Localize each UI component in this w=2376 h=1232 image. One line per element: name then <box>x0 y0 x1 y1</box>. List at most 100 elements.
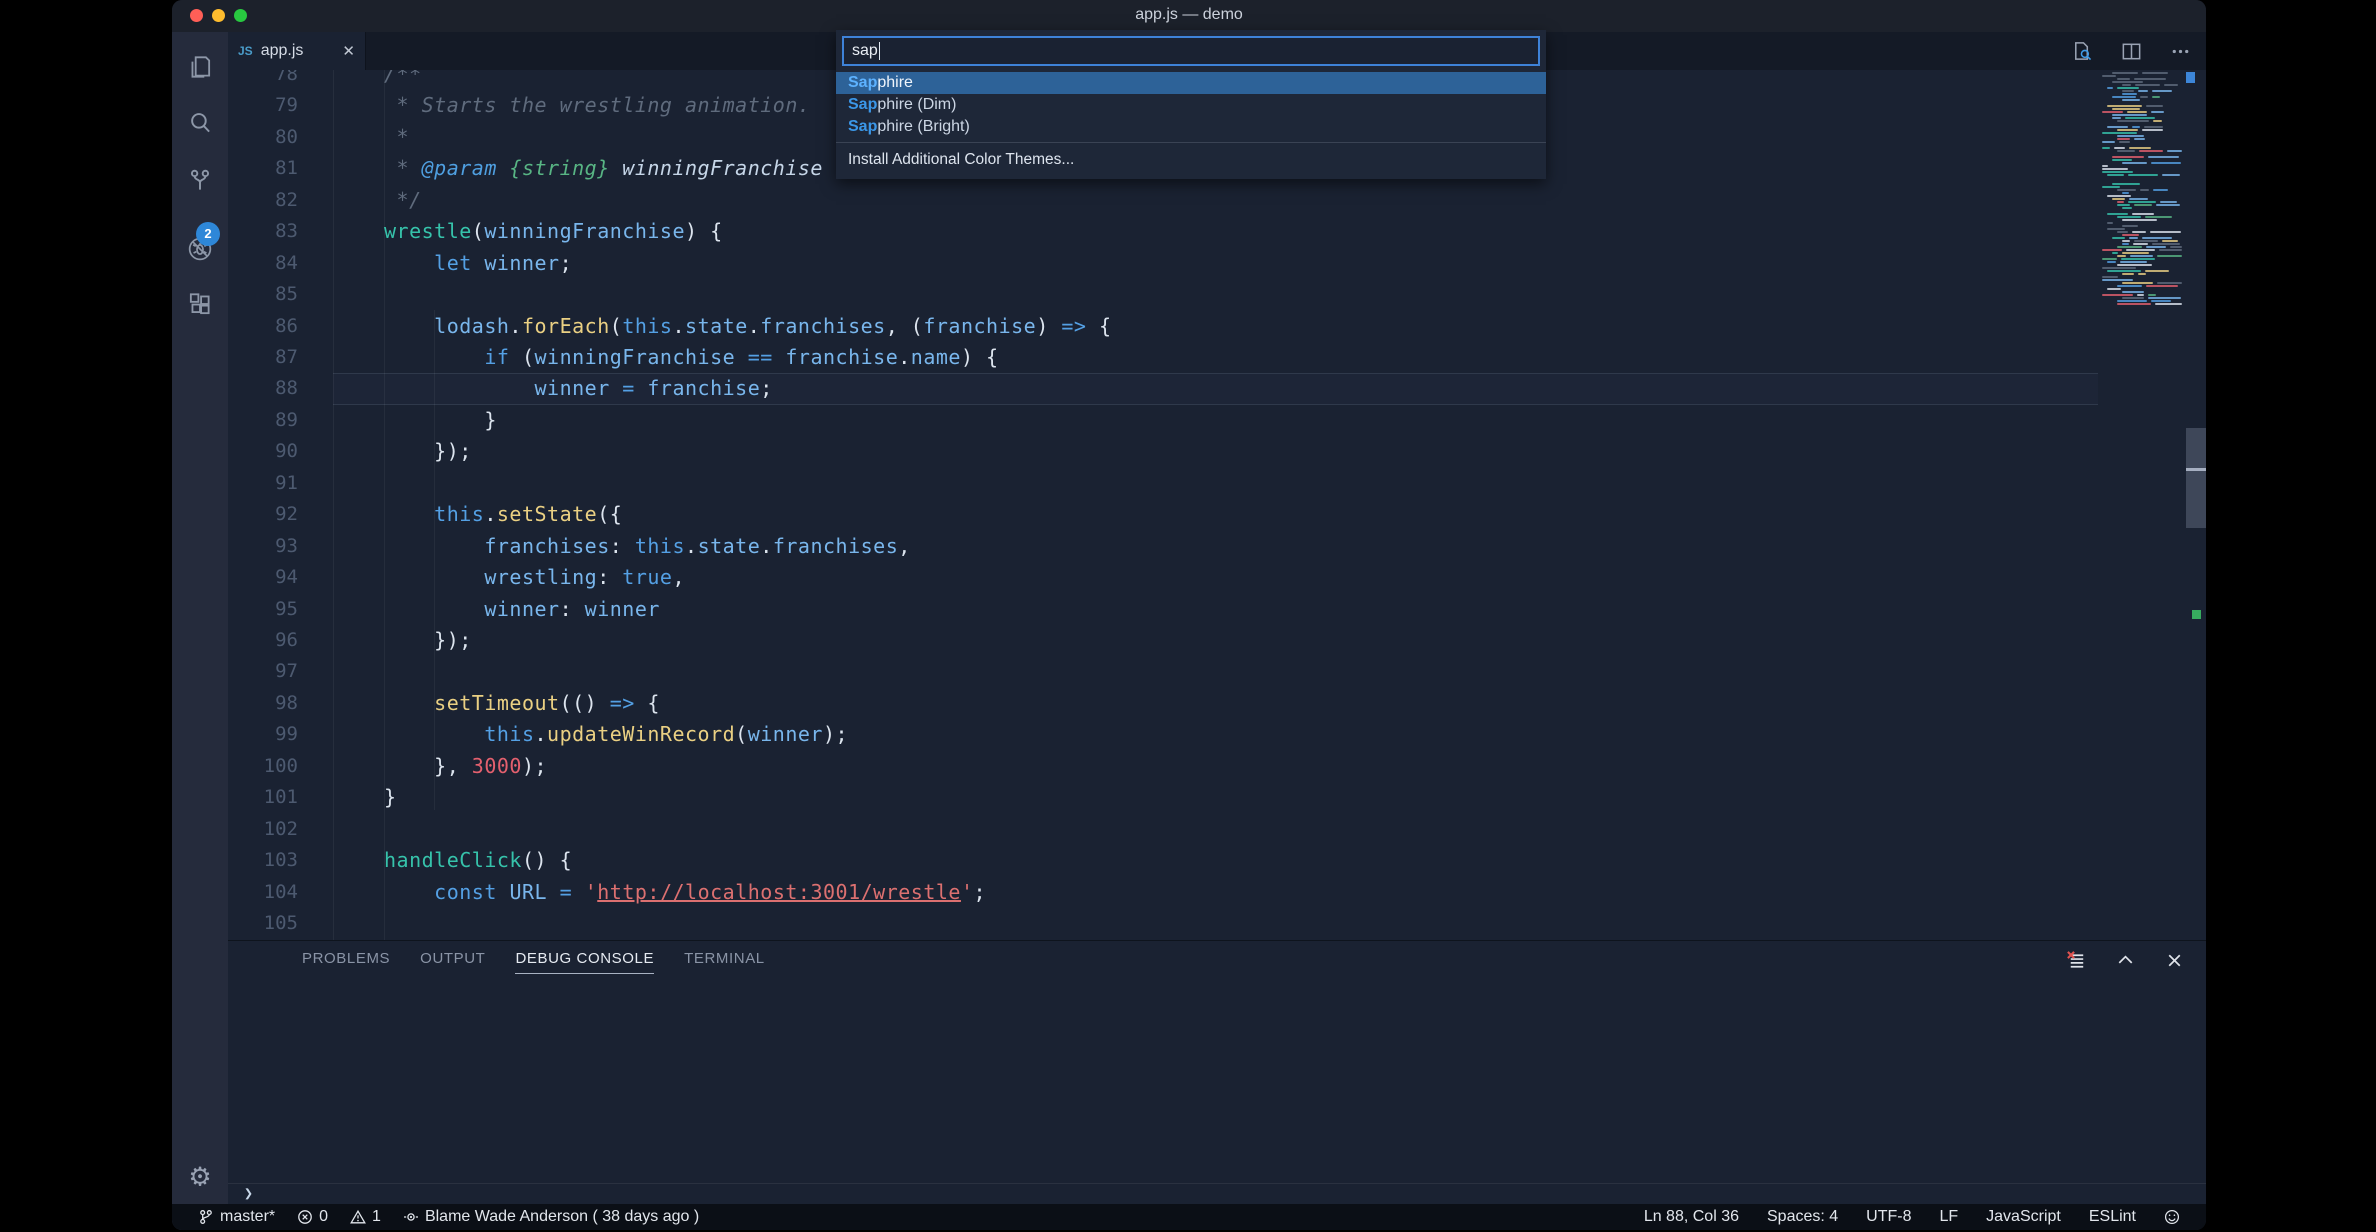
minimap-line <box>2132 213 2154 215</box>
code-line[interactable] <box>333 279 384 310</box>
code-line[interactable]: /** <box>333 70 422 90</box>
status-item-error-circle[interactable]: 0 <box>297 1208 328 1226</box>
install-additional-themes-item[interactable]: Install Additional Color Themes... <box>836 142 1546 179</box>
code-token: if <box>484 345 509 369</box>
code-token: wrestling <box>484 565 597 589</box>
code-token <box>497 156 510 180</box>
editor-actions <box>2071 32 2192 70</box>
open-changes-icon[interactable] <box>2071 40 2094 63</box>
explorer-icon[interactable] <box>186 53 214 81</box>
status-item-eslint[interactable]: ESLint <box>2089 1208 2136 1226</box>
source-control-icon[interactable] <box>186 167 214 195</box>
minimap-line <box>2140 96 2148 98</box>
panel-tabs: PROBLEMS OUTPUT DEBUG CONSOLE TERMINAL <box>302 941 765 979</box>
minimap-line <box>2142 237 2172 239</box>
code-token: , <box>672 565 685 589</box>
code-line[interactable]: } <box>333 782 397 813</box>
more-actions-icon[interactable] <box>2169 40 2192 63</box>
theme-list-item[interactable]: Sapphire <box>836 72 1546 94</box>
code-line[interactable]: wrestling: true, <box>333 562 685 593</box>
minimap-line <box>2151 162 2181 164</box>
minimap-line <box>2117 120 2149 122</box>
smiley-feedback-icon[interactable] <box>2164 1209 2180 1225</box>
code-token: . <box>685 534 698 558</box>
split-editor-icon[interactable] <box>2120 40 2143 63</box>
tab-appjs[interactable]: JS app.js ✕ <box>228 32 366 70</box>
code-line[interactable]: this.updateWinRecord(winner); <box>333 719 848 750</box>
settings-gear-icon[interactable]: ⚙ <box>188 1162 211 1193</box>
status-item-javascript[interactable]: JavaScript <box>1986 1208 2061 1226</box>
code-line[interactable]: } <box>333 405 497 436</box>
code-line[interactable] <box>333 656 384 687</box>
panel-tab-problems[interactable]: PROBLEMS <box>302 946 390 974</box>
javascript-file-icon: JS <box>238 44 253 58</box>
code-token <box>384 691 434 715</box>
line-number: 99 <box>228 719 333 750</box>
quick-input-field[interactable]: sap <box>842 36 1540 66</box>
code-line[interactable]: winner = franchise; <box>333 373 773 404</box>
code-token: * <box>384 156 422 180</box>
minimap-line <box>2117 216 2141 218</box>
tab-close-icon[interactable]: ✕ <box>342 42 355 60</box>
panel-tab-debug-console[interactable]: DEBUG CONSOLE <box>515 946 654 974</box>
code-token: URL <box>509 880 547 904</box>
search-icon[interactable] <box>186 109 214 137</box>
minimap-line <box>2130 255 2153 257</box>
code-line[interactable]: const URL = 'http://localhost:3001/wrest… <box>333 877 986 908</box>
code-line[interactable]: winner: winner <box>333 594 660 625</box>
code-line[interactable] <box>333 468 384 499</box>
code-token: setTimeout <box>434 691 559 715</box>
code-line[interactable]: this.setState({ <box>333 499 622 530</box>
editor-scrollbar[interactable] <box>2186 428 2206 528</box>
status-item-git-branch[interactable]: master* <box>198 1208 275 1226</box>
editor[interactable]: 7879808182838485868788899091929394959697… <box>228 70 2206 940</box>
status-item-warning-triangle[interactable]: 1 <box>350 1208 381 1226</box>
minimap-line <box>2128 201 2156 203</box>
code-line[interactable]: * Starts the wrestling animation. <box>333 90 810 121</box>
code-line[interactable]: if (winningFranchise == franchise.name) … <box>333 342 999 373</box>
code-line[interactable]: handleClick() { <box>333 845 572 876</box>
code-line[interactable] <box>333 908 384 939</box>
code-line[interactable]: }); <box>333 625 472 656</box>
code-line[interactable]: * @param {string} winningFranchise <box>333 153 823 184</box>
code-token: franchise <box>647 376 760 400</box>
minimap[interactable] <box>2102 72 2184 312</box>
code-line[interactable] <box>333 814 384 845</box>
minimap-line <box>2107 87 2113 89</box>
status-item-blame-eye[interactable]: Blame Wade Anderson ( 38 days ago ) <box>403 1208 699 1226</box>
code-token <box>497 880 510 904</box>
status-item-utf-8[interactable]: UTF-8 <box>1866 1208 1911 1226</box>
panel-tab-output[interactable]: OUTPUT <box>420 946 485 974</box>
code-line[interactable]: franchises: this.state.franchises, <box>333 531 911 562</box>
code-token: ' <box>585 880 598 904</box>
code-line[interactable]: lodash.forEach(this.state.franchises, (f… <box>333 311 1112 342</box>
minimap-line <box>2114 147 2125 149</box>
debug-console-input-row[interactable]: ❯ <box>228 1183 2206 1204</box>
status-item-spaces-4[interactable]: Spaces: 4 <box>1767 1208 1838 1226</box>
line-number: 82 <box>228 185 333 216</box>
code-line[interactable]: * <box>333 122 409 153</box>
code-line[interactable]: }, 3000); <box>333 751 547 782</box>
code-token: }); <box>384 628 472 652</box>
code-line[interactable]: let winner; <box>333 248 572 279</box>
status-item-lf[interactable]: LF <box>1939 1208 1958 1226</box>
close-panel-icon[interactable] <box>2163 949 2186 972</box>
clear-console-icon[interactable] <box>2065 949 2088 972</box>
code-line[interactable]: }); <box>333 436 472 467</box>
line-number: 85 <box>228 279 333 310</box>
minimap-line <box>2155 303 2182 305</box>
code-token: ) <box>1036 314 1061 338</box>
code-line[interactable]: setTimeout(() => { <box>333 688 660 719</box>
line-number: 83 <box>228 216 333 247</box>
code-line[interactable]: wrestle(winningFranchise) { <box>333 216 723 247</box>
maximize-panel-icon[interactable] <box>2114 949 2137 972</box>
extensions-icon[interactable] <box>186 290 214 318</box>
theme-list-item[interactable]: Sapphire (Bright) <box>836 116 1546 138</box>
panel-tab-terminal[interactable]: TERMINAL <box>684 946 765 974</box>
code-token: winner <box>484 251 559 275</box>
code-line[interactable]: */ <box>333 185 422 216</box>
theme-list-item[interactable]: Sapphire (Dim) <box>836 94 1546 116</box>
status-item-ln-88-col-36[interactable]: Ln 88, Col 36 <box>1644 1208 1739 1226</box>
code-token: : <box>560 597 585 621</box>
minimap-line <box>2120 261 2147 263</box>
